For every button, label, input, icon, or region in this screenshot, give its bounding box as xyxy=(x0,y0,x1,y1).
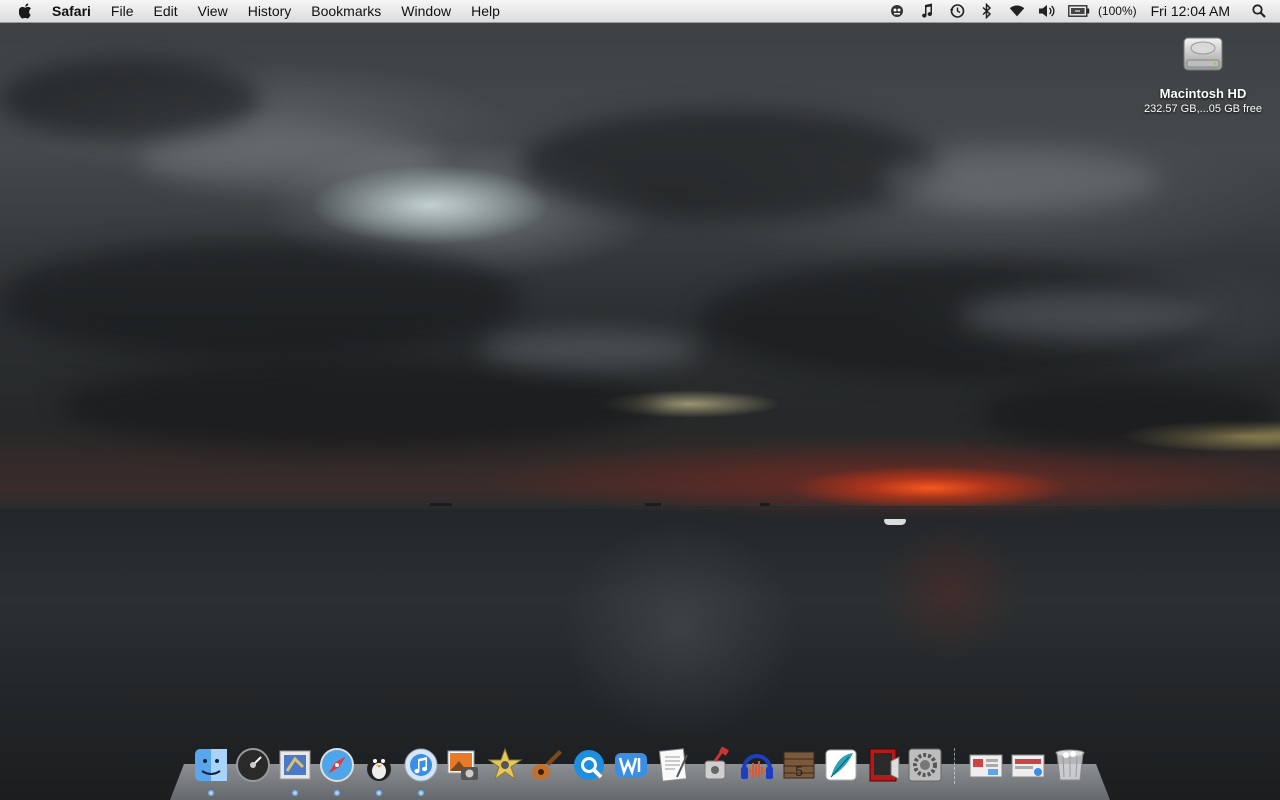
running-indicator xyxy=(418,790,424,796)
status-area: (100%) Fri 12:04 AM xyxy=(882,0,1280,22)
macintosh-hd-icon[interactable]: Macintosh HD 232.57 GB,...05 GB free xyxy=(1138,32,1268,115)
cloud xyxy=(520,110,940,220)
wifi-icon[interactable] xyxy=(1008,3,1026,19)
menu-edit[interactable]: Edit xyxy=(143,0,187,22)
running-indicator xyxy=(376,790,382,796)
menu-help[interactable]: Help xyxy=(461,0,510,22)
dashboard-icon[interactable] xyxy=(234,746,272,784)
adium-icon[interactable] xyxy=(360,746,398,796)
imovie-icon[interactable] xyxy=(486,746,524,784)
horizon-line xyxy=(0,506,1280,508)
battery-percentage: (100%) xyxy=(1097,4,1137,18)
iphoto-icon[interactable] xyxy=(444,746,482,784)
quicktime-icon[interactable] xyxy=(570,746,608,784)
menu-bookmarks[interactable]: Bookmarks xyxy=(301,0,391,22)
svg-text:5: 5 xyxy=(795,763,803,779)
audacity-icon[interactable] xyxy=(738,746,776,784)
logic-icon[interactable]: 5 xyxy=(780,746,818,784)
menu-app-safari[interactable]: Safari xyxy=(46,0,101,22)
drive-info-label: 232.57 GB,...05 GB free xyxy=(1143,103,1262,115)
documents-stack-icon[interactable] xyxy=(1009,746,1047,784)
menu-clock[interactable]: Fri 12:04 AM xyxy=(1151,3,1230,19)
menu-file[interactable]: File xyxy=(101,0,144,22)
photo-booth-icon[interactable] xyxy=(864,746,902,784)
cloud xyxy=(980,380,1280,450)
dock-separator xyxy=(954,748,957,784)
word-icon[interactable] xyxy=(612,746,650,784)
spotlight-icon[interactable] xyxy=(1250,3,1268,19)
cloud xyxy=(140,130,440,190)
garageband-icon[interactable] xyxy=(528,746,566,784)
dock-icons: 5 xyxy=(192,746,1093,796)
menu-view[interactable]: View xyxy=(188,0,238,22)
apple-menu-icon[interactable] xyxy=(18,2,34,20)
music-note-icon[interactable] xyxy=(918,3,936,19)
boat xyxy=(884,519,906,525)
ship xyxy=(760,503,770,506)
itunes-icon[interactable] xyxy=(402,746,440,796)
safari-icon[interactable] xyxy=(318,746,356,796)
cloud xyxy=(960,290,1220,340)
desktop-stack-icon[interactable] xyxy=(967,746,1005,784)
menu-bar: Safari File Edit View History Bookmarks … xyxy=(0,0,1280,23)
time-machine-icon[interactable] xyxy=(948,3,966,19)
bluetooth-icon[interactable] xyxy=(978,3,996,19)
cloud xyxy=(60,360,660,450)
ship xyxy=(645,503,661,506)
drive-name-label: Macintosh HD xyxy=(1159,86,1247,101)
running-indicator xyxy=(208,790,214,796)
textedit-icon[interactable] xyxy=(654,746,692,784)
automator-icon[interactable] xyxy=(696,746,734,784)
cloud xyxy=(480,330,700,370)
hard-drive-icon xyxy=(1181,32,1225,76)
menu-history[interactable]: History xyxy=(238,0,302,22)
monitor-icon[interactable] xyxy=(888,3,906,19)
trash-icon[interactable] xyxy=(1051,746,1089,784)
dock: 5 xyxy=(170,744,1110,800)
cloud xyxy=(880,150,1160,210)
desktop-wallpaper xyxy=(0,0,1280,800)
feather-icon[interactable] xyxy=(822,746,860,784)
water-reflection xyxy=(560,520,800,740)
volume-icon[interactable] xyxy=(1038,3,1056,19)
running-indicator xyxy=(292,790,298,796)
cloud xyxy=(0,240,520,360)
ship xyxy=(430,503,452,506)
mail-icon[interactable] xyxy=(276,746,314,796)
system-preferences-icon[interactable] xyxy=(906,746,944,784)
menu-window[interactable]: Window xyxy=(391,0,461,22)
cloud xyxy=(0,60,260,140)
finder-icon[interactable] xyxy=(192,746,230,796)
running-indicator xyxy=(334,790,340,796)
battery-icon[interactable] xyxy=(1068,3,1090,19)
sunset-reflection xyxy=(880,520,1020,660)
